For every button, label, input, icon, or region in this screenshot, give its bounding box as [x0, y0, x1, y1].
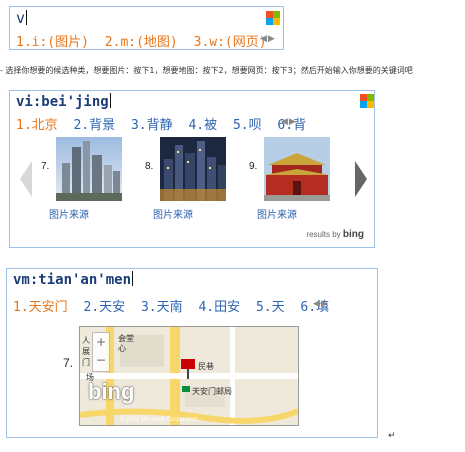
next-page-icon[interactable]: ▶: [289, 117, 297, 127]
image-thumbnail[interactable]: 8. 图片来源: [145, 137, 265, 225]
candidate-item[interactable]: 5.天: [256, 296, 285, 315]
bing-logo: bing: [342, 229, 364, 240]
ime-image-panel: vi:bei'jing 1.北京 2.背景 3.背静 4.被 5.呗 6.背 ◀…: [9, 90, 375, 248]
map-zoom-control: + −: [92, 332, 110, 372]
image-source-link[interactable]: 图片来源: [153, 206, 193, 221]
prev-page-icon[interactable]: ◀: [313, 299, 321, 309]
candidate-item[interactable]: 3.天南: [141, 296, 183, 315]
zoom-in-icon[interactable]: +: [93, 333, 109, 351]
prev-page-icon[interactable]: ◀: [260, 34, 268, 44]
page-arrows[interactable]: ◀▶: [260, 34, 276, 44]
image-gallery: 7. 图片来源 8. 图片来源 9. 图片来源: [10, 137, 374, 225]
map-candidate-number: 7.: [63, 356, 74, 370]
image-thumbnail[interactable]: 7. 图片来源: [41, 137, 161, 225]
post-office-icon: [182, 386, 190, 392]
text-caret: [109, 93, 111, 108]
ime-category-panel: v 1.i:(图片) 2.m:(地图) 3.w:(网页) ◀▶: [9, 6, 284, 50]
page-arrows[interactable]: ◀▶: [313, 299, 329, 309]
results-by-bing: results by bing: [306, 229, 364, 240]
windows-logo-icon: [360, 94, 374, 108]
candidate-list: 1.天安门 2.天安 3.天南 4.田安 5.天 6.填: [13, 296, 337, 315]
candidate-item[interactable]: 2.背景: [73, 114, 115, 133]
composition-input[interactable]: vi:bei'jing: [16, 93, 111, 110]
instruction-text: - 选择你想要的候选种类，想要图片：按下1，想要地图：按下2，想要网页：按下3；…: [0, 66, 413, 75]
ime-map-panel: vm:tian'an'men 1.天安门 2.天安 3.天南 4.田安 5.天 …: [6, 268, 378, 438]
image-source-link[interactable]: 图片来源: [49, 206, 89, 221]
gallery-next-arrow-icon[interactable]: [355, 161, 367, 197]
gallery-prev-arrow-icon[interactable]: [20, 161, 32, 197]
candidate-map[interactable]: 2.m:(地图): [105, 31, 178, 50]
text-caret: [26, 10, 28, 25]
candidate-web[interactable]: 3.w:(网页): [194, 31, 267, 50]
candidate-item[interactable]: 4.被: [188, 114, 217, 133]
map-pin-icon[interactable]: [180, 357, 196, 385]
page-arrows[interactable]: ◀▶: [281, 117, 297, 127]
candidate-item[interactable]: 1.北京: [16, 114, 58, 133]
zoom-out-icon[interactable]: −: [93, 351, 109, 369]
tiananmen-gate-image[interactable]: [264, 137, 330, 201]
beijing-skyline-image[interactable]: [56, 137, 122, 201]
candidate-item[interactable]: 3.背静: [131, 114, 173, 133]
next-page-icon[interactable]: ▶: [268, 34, 276, 44]
map-copyright: © 2011 Microsoft Corporation: [120, 417, 199, 423]
candidate-list: 1.i:(图片) 2.m:(地图) 3.w:(网页): [16, 31, 275, 50]
beijing-night-image[interactable]: [160, 137, 226, 201]
image-thumbnail[interactable]: 9. 图片来源: [249, 137, 369, 225]
map-thumbnail[interactable]: + − 会堂 心 人 展 场 门 民巷 天安门邮局 bing © 2011 Mi…: [79, 326, 299, 426]
image-source-link[interactable]: 图片来源: [257, 206, 297, 221]
text-caret: [132, 271, 134, 286]
windows-logo-icon: [266, 11, 280, 25]
paragraph-return-mark: ↵: [388, 431, 396, 441]
bing-map-logo: bing: [88, 379, 135, 404]
candidate-list: 1.北京 2.背景 3.背静 4.被 5.呗 6.背: [16, 114, 314, 133]
candidate-item[interactable]: 2.天安: [83, 296, 125, 315]
candidate-item[interactable]: 1.天安门: [13, 296, 68, 315]
candidate-images[interactable]: 1.i:(图片): [16, 31, 89, 50]
next-page-icon[interactable]: ▶: [321, 299, 329, 309]
composition-input[interactable]: vm:tian'an'men: [13, 271, 134, 288]
candidate-item[interactable]: 4.田安: [198, 296, 240, 315]
composition-input[interactable]: v: [16, 9, 28, 27]
candidate-item[interactable]: 5.呗: [233, 114, 262, 133]
prev-page-icon[interactable]: ◀: [281, 117, 289, 127]
